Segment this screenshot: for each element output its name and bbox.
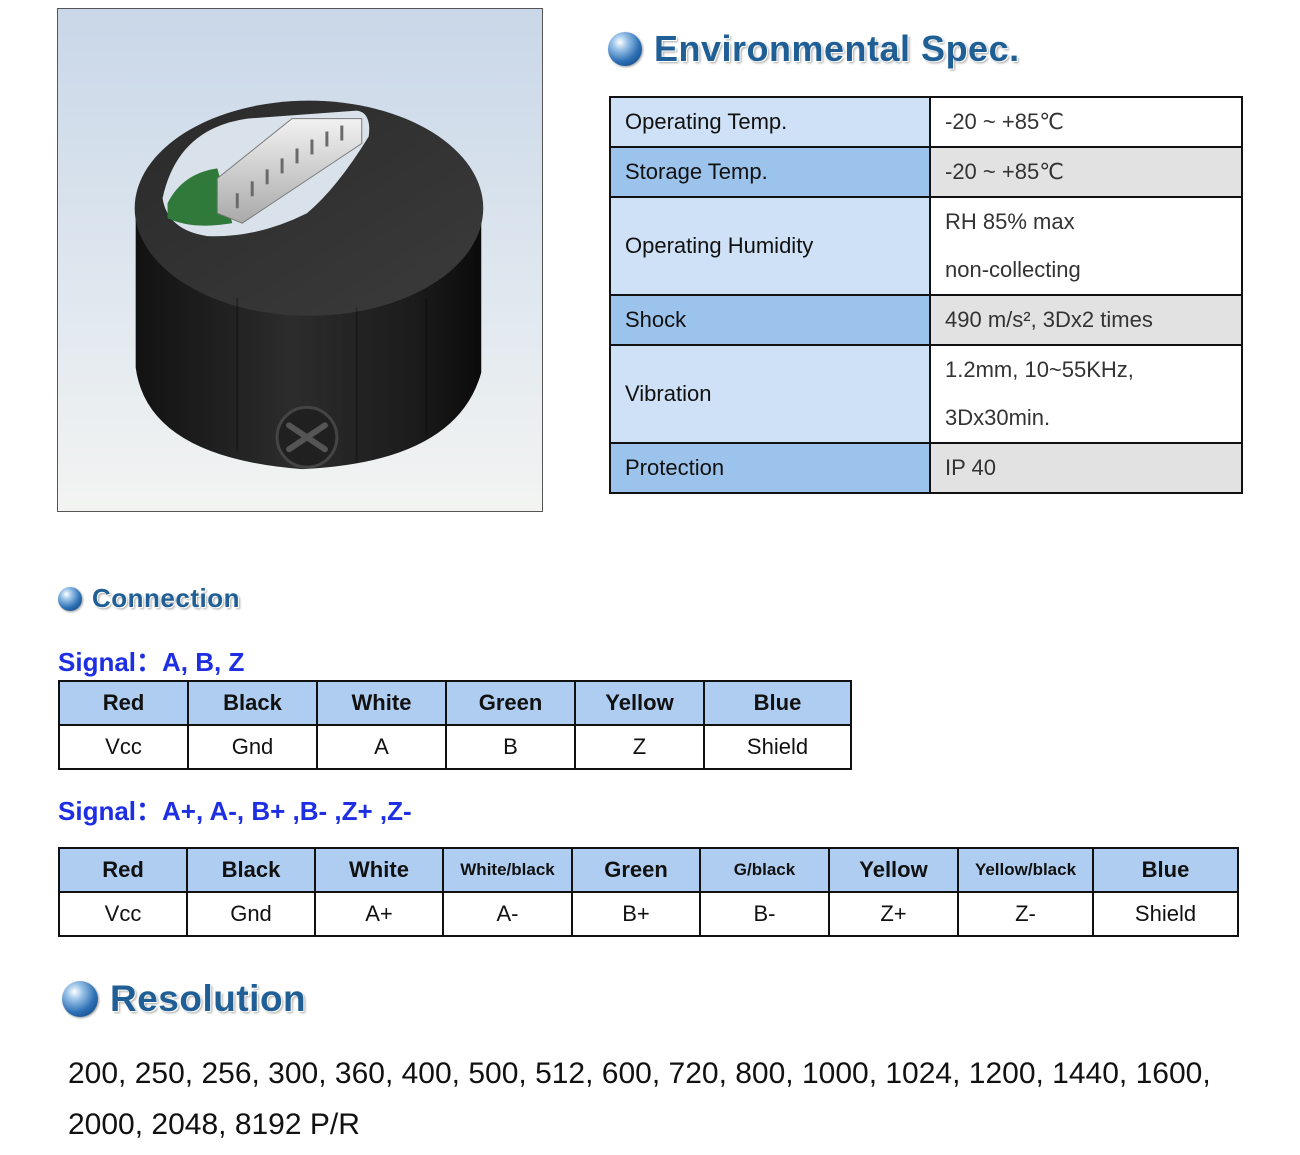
wire-color-header: White bbox=[316, 680, 447, 726]
spec-label: Shock bbox=[609, 294, 931, 346]
table-row: Operating Temp. -20 ~ +85℃ bbox=[609, 96, 1243, 148]
encoder-housing-photo-icon bbox=[134, 100, 484, 470]
signal-cell: Z bbox=[574, 724, 705, 770]
resolution-values: 200, 250, 256, 300, 360, 400, 500, 512, … bbox=[68, 1048, 1268, 1150]
environmental-spec-title-text: Environmental Spec. bbox=[654, 28, 1020, 69]
resolution-line: 200, 250, 256, 300, 360, 400, 500, 512, … bbox=[68, 1057, 1211, 1090]
spec-value: -20 ~ +85℃ bbox=[929, 146, 1243, 198]
resolution-title-text: Resolution bbox=[110, 978, 307, 1019]
environmental-spec-title: Environmental Spec. bbox=[608, 28, 1020, 70]
spec-label: Storage Temp. bbox=[609, 146, 931, 198]
spec-value-line: -20 ~ +85℃ bbox=[945, 109, 1064, 134]
table-row: Storage Temp. -20 ~ +85℃ bbox=[609, 146, 1243, 198]
wire-color-header: Yellow bbox=[574, 680, 705, 726]
signal-abz-label: Signal：A, B, Z bbox=[58, 647, 245, 677]
signal-cell: Vcc bbox=[58, 724, 189, 770]
spec-value: RH 85% max non-collecting bbox=[929, 196, 1243, 296]
signal-cell: B+ bbox=[571, 891, 701, 937]
connection-title: Connection bbox=[58, 583, 240, 614]
connection-title-text: Connection bbox=[92, 583, 240, 613]
table-row: Vcc Gnd A+ A- B+ B- Z+ Z- Shield bbox=[58, 891, 1239, 937]
signal-cell: A+ bbox=[314, 891, 444, 937]
signal-cell: Z- bbox=[957, 891, 1094, 937]
spec-value: -20 ~ +85℃ bbox=[929, 96, 1243, 148]
bullet-orb-icon bbox=[62, 981, 98, 1017]
signal-differential-table: Red Black White White/black Green G/blac… bbox=[58, 847, 1239, 937]
table-row: Shock 490 m/s², 3Dx2 times bbox=[609, 294, 1243, 346]
signal-cell: B- bbox=[699, 891, 830, 937]
spec-value: 1.2mm, 10~55KHz, 3Dx30min. bbox=[929, 344, 1243, 444]
wire-color-header: Black bbox=[187, 680, 318, 726]
environmental-spec-table: Operating Temp. -20 ~ +85℃ Storage Temp.… bbox=[609, 96, 1243, 494]
signal-cell: Vcc bbox=[58, 891, 188, 937]
wire-color-header: Red bbox=[58, 847, 188, 893]
bullet-orb-icon bbox=[608, 32, 642, 66]
spec-label: Operating Humidity bbox=[609, 196, 931, 296]
wire-color-header: White bbox=[314, 847, 444, 893]
resolution-title: Resolution bbox=[62, 978, 306, 1020]
product-photo bbox=[57, 8, 543, 512]
table-row: Protection IP 40 bbox=[609, 442, 1243, 494]
wire-color-header: Red bbox=[58, 680, 189, 726]
spec-value-line: IP 40 bbox=[945, 455, 996, 480]
spec-value-line: 3Dx30min. bbox=[945, 405, 1051, 430]
table-header-row: Red Black White Green Yellow Blue bbox=[58, 680, 852, 726]
table-header-row: Red Black White White/black Green G/blac… bbox=[58, 847, 1239, 893]
signal-abz-table: Red Black White Green Yellow Blue Vcc Gn… bbox=[58, 680, 852, 770]
table-row: Operating Humidity RH 85% max non-collec… bbox=[609, 196, 1243, 296]
spec-label: Protection bbox=[609, 442, 931, 494]
table-row: Vibration 1.2mm, 10~55KHz, 3Dx30min. bbox=[609, 344, 1243, 444]
signal-cell: A bbox=[316, 724, 447, 770]
spec-label: Vibration bbox=[609, 344, 931, 444]
wire-color-header: G/black bbox=[699, 847, 830, 893]
wire-color-header: Blue bbox=[1092, 847, 1239, 893]
bullet-orb-icon bbox=[58, 586, 82, 611]
signal-cell: Z+ bbox=[828, 891, 959, 937]
wire-color-header: White/black bbox=[442, 847, 573, 893]
signal-cell: Gnd bbox=[187, 724, 318, 770]
wire-color-header: Green bbox=[445, 680, 576, 726]
spec-value-line: -20 ~ +85℃ bbox=[945, 159, 1064, 184]
wire-color-header: Yellow bbox=[828, 847, 959, 893]
wire-color-header: Blue bbox=[703, 680, 852, 726]
spec-label: Operating Temp. bbox=[609, 96, 931, 148]
signal-cell: A- bbox=[442, 891, 573, 937]
spec-value-line: 490 m/s², 3Dx2 times bbox=[945, 307, 1153, 332]
spec-value-line: 1.2mm, 10~55KHz, bbox=[945, 357, 1134, 382]
signal-differential-label: Signal：A+, A-, B+ ,B- ,Z+ ,Z- bbox=[58, 796, 412, 826]
resolution-line: 2000, 2048, 8192 P/R bbox=[68, 1108, 360, 1141]
table-row: Vcc Gnd A B Z Shield bbox=[58, 724, 852, 770]
spec-value-line: non-collecting bbox=[945, 257, 1081, 282]
spec-value: 490 m/s², 3Dx2 times bbox=[929, 294, 1243, 346]
spec-value-line: RH 85% max bbox=[945, 209, 1075, 234]
signal-cell: Gnd bbox=[186, 891, 316, 937]
signal-cell: Shield bbox=[1092, 891, 1239, 937]
signal-cell: Shield bbox=[703, 724, 852, 770]
wire-color-header: Yellow/black bbox=[957, 847, 1094, 893]
spec-value: IP 40 bbox=[929, 442, 1243, 494]
wire-color-header: Green bbox=[571, 847, 701, 893]
wire-color-header: Black bbox=[186, 847, 316, 893]
signal-cell: B bbox=[445, 724, 576, 770]
